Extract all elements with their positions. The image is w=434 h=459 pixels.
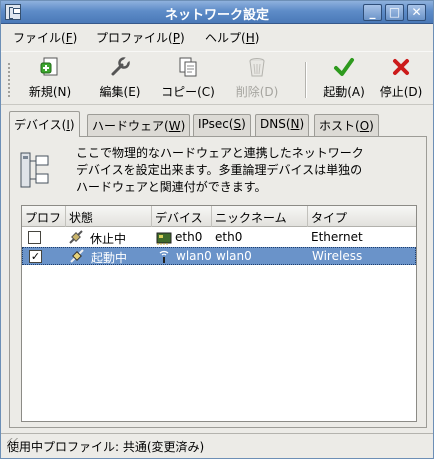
delete-label: 削除(D) bbox=[235, 85, 279, 99]
trash-icon bbox=[249, 58, 265, 77]
table-row[interactable]: 休止中 eth0 eth0 Ethernet bbox=[22, 229, 416, 247]
menu-file-mnemonic: F bbox=[65, 31, 73, 45]
description-line-2: デバイスを設定出来ます。多重論理デバイスは単独の bbox=[76, 163, 363, 177]
title-bar[interactable]: ネットワーク設定 _ □ ✕ bbox=[1, 1, 433, 24]
column-type[interactable]: タイプ bbox=[308, 206, 416, 227]
panel-description: ここで物理的なハードウェアと連携したネットワーク デバイスを設定出来ます。多重論… bbox=[76, 145, 416, 196]
toolbar: 新規(N) 編集(E) コピー(C) 削除(D) 起動(A) 停止(D) bbox=[1, 51, 433, 105]
menu-profile-mnemonic: P bbox=[172, 31, 180, 45]
description-line-3: ハードウェアと関連付ができます。 bbox=[76, 180, 267, 194]
column-status[interactable]: 状態 bbox=[66, 206, 152, 227]
tab-ipsec[interactable]: IPsec(S) bbox=[193, 114, 251, 136]
menu-file-label: ファイル( bbox=[13, 31, 66, 45]
status-bar: 使用中プロファイル: 共通(変更済み) bbox=[1, 433, 433, 458]
column-profile[interactable]: プロフ bbox=[22, 206, 66, 227]
activate-button[interactable]: 起動(A) bbox=[321, 56, 367, 102]
tab-hardware-paren: ) bbox=[180, 119, 186, 133]
list-header: プロフ 状態 デバイス ニックネーム タイプ bbox=[22, 206, 416, 227]
tab-ipsec-mnemonic: S bbox=[233, 117, 242, 131]
tab-hardware-mnemonic: W bbox=[168, 119, 181, 133]
menu-bar: ファイル(F) プロファイル(P) ヘルプ(H) bbox=[1, 25, 433, 49]
new-icon bbox=[40, 57, 58, 76]
tab-dns[interactable]: DNS(N) bbox=[255, 114, 310, 136]
menu-file-paren: ) bbox=[72, 31, 78, 45]
inactive-plug-icon bbox=[69, 230, 83, 244]
nickname-cell: eth0 bbox=[215, 230, 243, 244]
type-cell: Ethernet bbox=[311, 230, 363, 244]
tab-devices-label: デバイス( bbox=[14, 118, 67, 132]
devices-panel: ここで物理的なハードウェアと連携したネットワーク デバイスを設定出来ます。多重論… bbox=[9, 136, 427, 428]
toolbar-separator bbox=[305, 62, 307, 98]
profile-checkbox[interactable]: ✓ bbox=[29, 250, 42, 263]
tab-ipsec-label: IPsec( bbox=[198, 117, 234, 131]
checkmark-icon bbox=[334, 58, 354, 76]
type-cell: Wireless bbox=[312, 249, 363, 263]
minimize-button[interactable]: _ bbox=[363, 4, 382, 21]
column-device[interactable]: デバイス bbox=[152, 206, 212, 227]
stop-x-icon bbox=[393, 59, 409, 75]
tab-ipsec-paren: ) bbox=[241, 117, 246, 131]
menu-help[interactable]: ヘルプ(H) bbox=[205, 29, 259, 46]
menu-file[interactable]: ファイル(F) bbox=[13, 29, 77, 46]
delete-button[interactable]: 削除(D) bbox=[233, 56, 281, 102]
device-cell: wlan0 bbox=[176, 249, 212, 263]
maximize-button[interactable]: □ bbox=[385, 4, 404, 21]
status-cell: 起動中 bbox=[91, 251, 128, 265]
tab-dns-paren: ) bbox=[299, 117, 305, 131]
menu-profile-label: プロファイル( bbox=[96, 31, 173, 45]
device-list[interactable]: プロフ 状態 デバイス ニックネーム タイプ 休止中 eth0 eth0 Eth… bbox=[21, 205, 417, 422]
close-button[interactable]: ✕ bbox=[407, 4, 426, 21]
menu-help-mnemonic: H bbox=[245, 31, 255, 45]
profile-checkbox[interactable] bbox=[28, 231, 41, 244]
network-devices-icon bbox=[20, 152, 49, 188]
deactivate-label: 停止(D) bbox=[379, 85, 423, 99]
menu-help-paren: ) bbox=[254, 31, 260, 45]
new-label: 新規(N) bbox=[28, 85, 72, 99]
tab-devices-paren: ) bbox=[69, 118, 75, 132]
wireless-icon bbox=[159, 250, 169, 263]
network-config-window: ネットワーク設定 _ □ ✕ ファイル(F) プロファイル(P) ヘルプ(H) … bbox=[0, 0, 434, 459]
edit-button[interactable]: 編集(E) bbox=[97, 56, 143, 102]
nickname-cell: wlan0 bbox=[216, 249, 252, 263]
tab-hardware[interactable]: ハードウェア(W) bbox=[87, 114, 191, 136]
edit-label: 編集(E) bbox=[99, 85, 141, 99]
status-text: 使用中プロファイル: 共通(変更済み) bbox=[7, 440, 205, 454]
tab-hosts[interactable]: ホスト(O) bbox=[314, 114, 379, 136]
new-button[interactable]: 新規(N) bbox=[25, 56, 75, 102]
tab-dns-mnemonic: N bbox=[290, 117, 300, 131]
copy-label: コピー(C) bbox=[161, 85, 215, 99]
ethernet-card-icon bbox=[156, 232, 172, 245]
tab-devices[interactable]: デバイス(I) bbox=[9, 111, 80, 137]
deactivate-button[interactable]: 停止(D) bbox=[378, 56, 424, 102]
copy-button[interactable]: コピー(C) bbox=[159, 56, 217, 102]
description-line-1: ここで物理的なハードウェアと連携したネットワーク bbox=[76, 146, 364, 160]
device-cell: eth0 bbox=[175, 230, 203, 244]
copy-icon bbox=[179, 57, 197, 77]
activate-label: 起動(A) bbox=[323, 85, 365, 99]
tab-hosts-label: ホスト( bbox=[319, 119, 360, 133]
wrench-icon bbox=[111, 56, 131, 76]
tab-hosts-paren: ) bbox=[369, 119, 374, 133]
table-row[interactable]: ✓ 起動中 wlan0 wlan0 Wireless bbox=[22, 247, 416, 265]
status-cell: 休止中 bbox=[90, 232, 127, 246]
menu-help-label: ヘルプ( bbox=[205, 31, 246, 45]
menu-profile[interactable]: プロファイル(P) bbox=[96, 29, 185, 46]
resize-grip[interactable] bbox=[7, 438, 19, 450]
tab-hosts-mnemonic: O bbox=[359, 119, 370, 133]
tab-hardware-label: ハードウェア( bbox=[92, 119, 169, 133]
tab-dns-label: DNS( bbox=[260, 117, 291, 131]
active-plug-icon bbox=[70, 249, 84, 263]
menu-profile-paren: ) bbox=[179, 31, 185, 45]
toolbar-grip[interactable] bbox=[7, 62, 11, 98]
column-nickname[interactable]: ニックネーム bbox=[212, 206, 308, 227]
